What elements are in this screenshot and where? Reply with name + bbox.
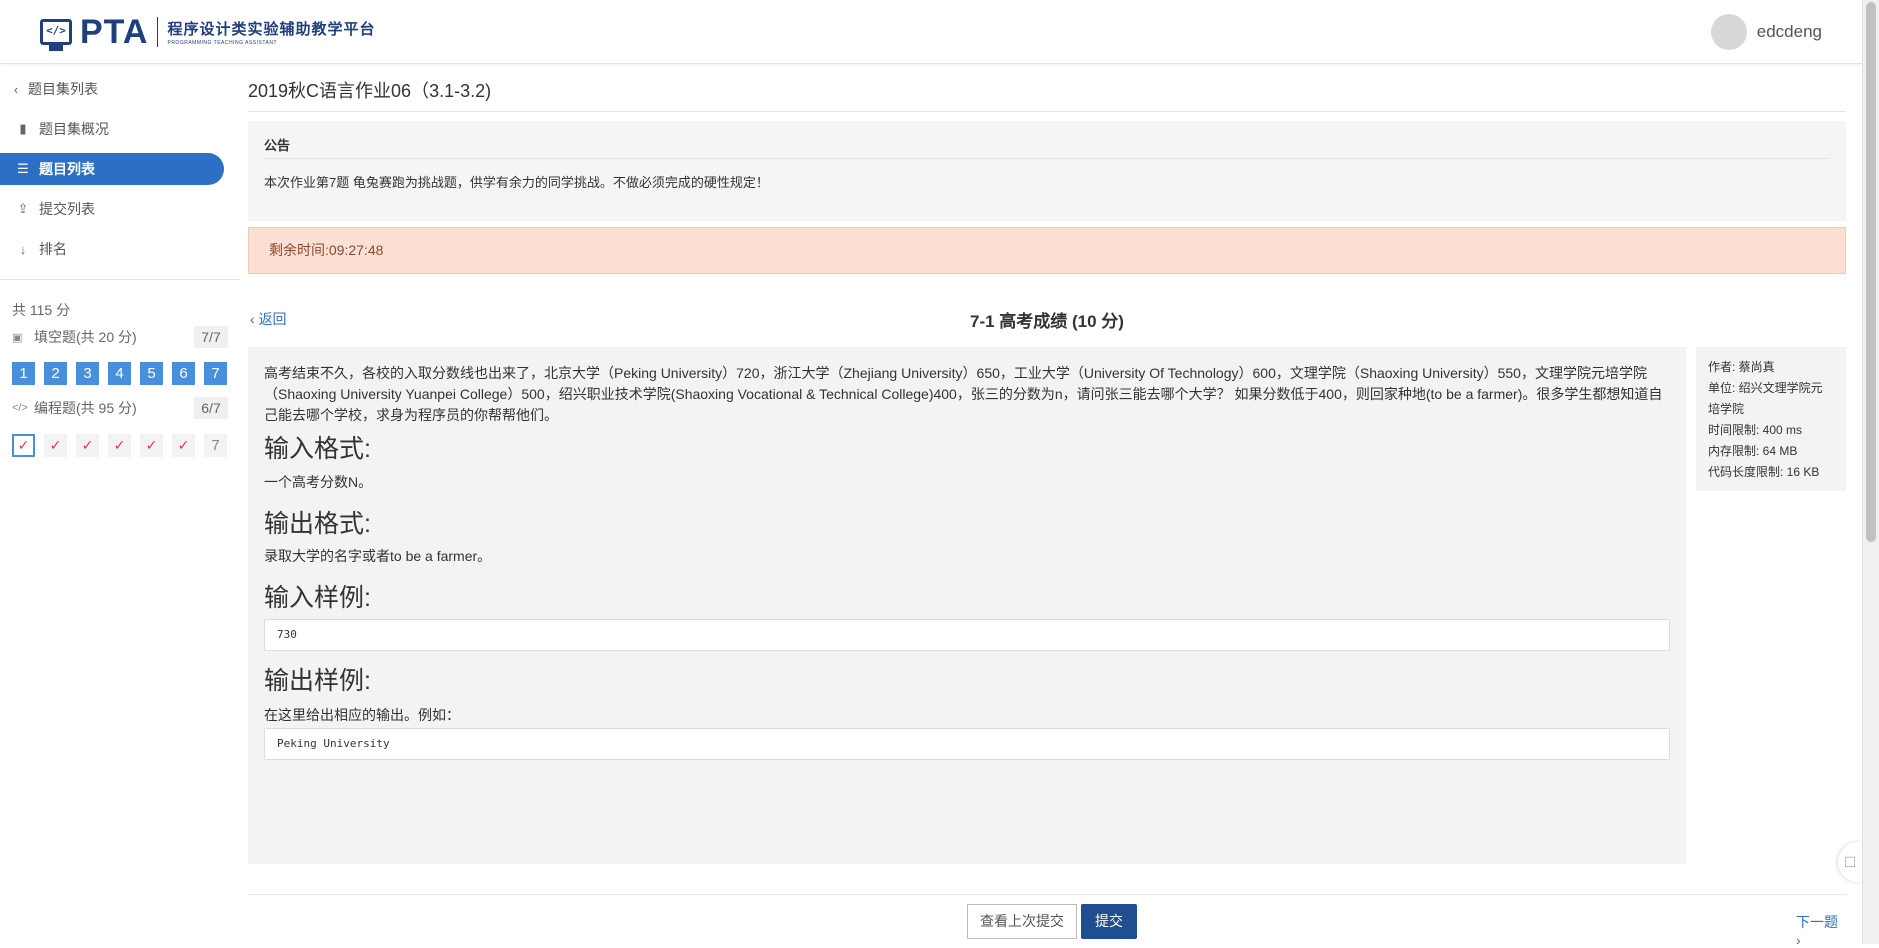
- output-sample-code: Peking University: [264, 728, 1670, 760]
- logo-text: PTA: [80, 12, 149, 51]
- upload-icon: ⇪: [17, 201, 29, 216]
- logo-cn-sub: PROGRAMMING TEACHING ASSISTANT: [167, 40, 278, 46]
- prog-question-2[interactable]: ✓: [44, 434, 67, 457]
- time-limit: 时间限制: 400 ms: [1708, 423, 1803, 437]
- memory-limit: 内存限制: 64 MB: [1708, 444, 1798, 458]
- prog-question-1[interactable]: ✓: [12, 434, 35, 457]
- pta-logo[interactable]: </> PTA 程序设计类实验辅助教学平台 PROGRAMMING TEACHI…: [40, 12, 376, 51]
- sort-icon: ↓: [19, 241, 27, 257]
- sidebar-back-problem-sets[interactable]: ‹ 题目集列表: [0, 73, 224, 105]
- fill-question-1[interactable]: 1: [12, 362, 35, 385]
- sidebar-item-label: 排名: [39, 241, 67, 257]
- logo-cn: 程序设计类实验辅助教学平台 PROGRAMMING TEACHING ASSIS…: [167, 18, 375, 46]
- output-sample-note: 在这里给出相应的输出。例如：: [264, 707, 460, 723]
- sidebar-item-label: 题目集概况: [39, 121, 109, 137]
- username[interactable]: edcdeng: [1757, 22, 1822, 42]
- scrollbar-thumb[interactable]: [1866, 2, 1876, 542]
- announcement: 公告 本次作业第7题 龟兔赛跑为挑战题，供学有余力的同学挑战。不做必须完成的硬性…: [248, 121, 1846, 221]
- sidebar-divider: [0, 279, 240, 280]
- fill-question-3[interactable]: 3: [76, 362, 99, 385]
- problem-content: 高考结束不久，各校的入取分数线也出来了，北京大学（Peking Universi…: [248, 347, 1686, 864]
- logo-cn-main: 程序设计类实验辅助教学平台: [167, 21, 376, 38]
- author: 作者: 蔡尚真: [1708, 360, 1775, 374]
- fill-section-header: ▣ 填空题(共 20 分) 7/7: [12, 326, 228, 348]
- sidebar: ‹ 题目集列表 ▮ 题目集概况 ☰ 题目列表 ⇪ 提交列表 ↓ 排名 共 115…: [0, 65, 240, 944]
- prog-question-4[interactable]: ✓: [108, 434, 131, 457]
- check-icon: ✓: [17, 437, 30, 453]
- fill-section-label: 填空题(共 20 分): [34, 329, 137, 345]
- code-length-limit: 代码长度限制: 16 KB: [1708, 465, 1820, 479]
- fill-question-4[interactable]: 4: [108, 362, 131, 385]
- list-icon: ☰: [17, 161, 29, 176]
- input-format-text: 一个高考分数N。: [264, 474, 373, 490]
- page-scrollbar[interactable]: [1862, 0, 1879, 944]
- user-menu[interactable]: edcdeng: [1710, 14, 1822, 50]
- fill-question-2[interactable]: 2: [44, 362, 67, 385]
- avatar[interactable]: [1710, 14, 1747, 50]
- input-sample-heading: 输入样例:: [264, 584, 371, 612]
- top-header: </> PTA 程序设计类实验辅助教学平台 PROGRAMMING TEACHI…: [0, 0, 1862, 64]
- prog-section-label: 编程题(共 95 分): [34, 400, 137, 416]
- total-score: 共 115 分: [12, 302, 71, 318]
- announcement-body: 本次作业第7题 龟兔赛跑为挑战题，供学有余力的同学挑战。不做必须完成的硬性规定！: [264, 175, 769, 190]
- next-problem-link[interactable]: 下一题 ›: [1796, 912, 1846, 948]
- announcement-title: 公告: [264, 138, 291, 153]
- footer-divider: [248, 894, 1846, 895]
- sidebar-item-label: 提交列表: [39, 201, 95, 217]
- check-icon: ✓: [145, 437, 158, 453]
- problem-set-title: 2019秋C语言作业06（3.1-3.2): [248, 81, 492, 101]
- problem-description: 高考结束不久，各校的入取分数线也出来了，北京大学（Peking Universi…: [264, 365, 1663, 423]
- output-sample-heading: 输出样例:: [264, 667, 371, 695]
- title-divider: [248, 111, 1846, 112]
- feedback-icon[interactable]: ☐: [1838, 842, 1862, 882]
- unit: 单位: 绍兴文理学院元培学院: [1708, 381, 1823, 416]
- chevron-right-icon: ›: [1796, 932, 1801, 948]
- sidebar-item-label: 题目列表: [39, 161, 95, 177]
- logo-divider: [157, 17, 159, 47]
- prog-section-count: 6/7: [194, 397, 228, 419]
- sidebar-item-ranking[interactable]: ↓ 排名: [0, 233, 224, 265]
- book-icon: ▮: [19, 121, 27, 136]
- sidebar-item-problem-list[interactable]: ☰ 题目列表: [0, 153, 224, 185]
- chevron-left-icon: ‹: [13, 81, 19, 97]
- check-icon: ✓: [49, 437, 62, 453]
- remaining-time: 剩余时间:09:27:48: [248, 227, 1846, 274]
- submit-button[interactable]: 提交: [1081, 904, 1137, 939]
- input-sample-code: 730: [264, 619, 1670, 651]
- code-icon: </>: [12, 402, 28, 414]
- sidebar-item-submissions[interactable]: ⇪ 提交列表: [0, 193, 224, 225]
- output-format-heading: 输出格式:: [264, 510, 371, 538]
- prog-question-7[interactable]: 7: [204, 434, 227, 457]
- next-label: 下一题: [1796, 914, 1838, 930]
- prog-question-grid: ✓ ✓ ✓ ✓ ✓ ✓ 7: [12, 434, 236, 457]
- sidebar-item-overview[interactable]: ▮ 题目集概况: [0, 113, 224, 145]
- code-icon: </>: [40, 19, 72, 51]
- prog-section-header: </> 编程题(共 95 分) 6/7: [12, 397, 228, 419]
- fill-section-count: 7/7: [194, 326, 228, 348]
- announcement-divider: [264, 158, 1830, 159]
- input-format-heading: 输入格式:: [264, 435, 371, 463]
- problem-title: 7-1 高考成绩 (10 分): [970, 312, 1124, 331]
- output-format-text: 录取大学的名字或者to be a farmer。: [264, 548, 492, 564]
- check-icon: ✓: [81, 437, 94, 453]
- view-last-submission-button[interactable]: 查看上次提交: [967, 904, 1077, 939]
- check-icon: ✓: [177, 437, 190, 453]
- fill-question-6[interactable]: 6: [172, 362, 195, 385]
- fill-question-grid: 1 2 3 4 5 6 7: [12, 362, 236, 385]
- problem-info-card: 作者: 蔡尚真 单位: 绍兴文理学院元培学院 时间限制: 400 ms 内存限制…: [1696, 347, 1846, 491]
- document-icon: ▣: [12, 331, 23, 344]
- check-icon: ✓: [113, 437, 126, 453]
- sidebar-item-label: 题目集列表: [28, 81, 98, 97]
- prog-question-6[interactable]: ✓: [172, 434, 195, 457]
- fill-question-5[interactable]: 5: [140, 362, 163, 385]
- prog-question-5[interactable]: ✓: [140, 434, 163, 457]
- fill-question-7[interactable]: 7: [204, 362, 227, 385]
- prog-question-3[interactable]: ✓: [76, 434, 99, 457]
